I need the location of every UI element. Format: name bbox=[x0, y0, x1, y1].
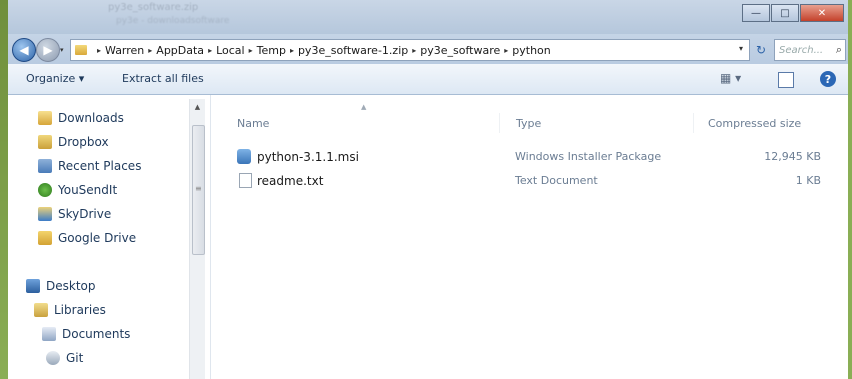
folder-downloads-icon bbox=[38, 111, 52, 125]
breadcrumb-local[interactable]: Local bbox=[216, 44, 245, 57]
extract-all-files-button[interactable]: Extract all files bbox=[122, 72, 204, 85]
sidebar-item-yousendit[interactable]: YouSendIt bbox=[38, 183, 117, 197]
search-placeholder: Search... bbox=[779, 44, 824, 56]
address-bar[interactable]: ▸ Warren ▸ AppData ▸ Local ▸ Temp ▸ py3e… bbox=[70, 39, 750, 61]
breadcrumb-zip[interactable]: py3e_software-1.zip bbox=[298, 44, 408, 57]
breadcrumb-separator[interactable]: ▸ bbox=[148, 46, 152, 55]
change-view-icon[interactable]: ▦ ▾ bbox=[720, 71, 741, 85]
sidebar-item-recent-places[interactable]: Recent Places bbox=[38, 159, 141, 173]
file-type: Windows Installer Package bbox=[515, 150, 662, 163]
file-name: readme.txt bbox=[257, 174, 324, 188]
file-type: Text Document bbox=[515, 174, 598, 187]
column-header-type[interactable]: Type bbox=[516, 117, 541, 130]
dropbox-icon bbox=[38, 135, 52, 149]
file-size: 1 KB bbox=[795, 174, 821, 187]
sidebar-item-label: Dropbox bbox=[58, 135, 109, 149]
sidebar-item-label: Documents bbox=[62, 327, 131, 341]
breadcrumb-separator[interactable]: ▸ bbox=[97, 46, 101, 55]
sidebar-item-label: SkyDrive bbox=[58, 207, 112, 221]
maximize-button[interactable]: □ bbox=[771, 4, 799, 22]
breadcrumb-separator[interactable]: ▸ bbox=[504, 46, 508, 55]
blurred-subtitle-text: py3e - downloadsoftware bbox=[116, 16, 230, 26]
breadcrumb-appdata[interactable]: AppData bbox=[156, 44, 204, 57]
breadcrumb-separator[interactable]: ▸ bbox=[290, 46, 294, 55]
help-icon[interactable]: ? bbox=[820, 71, 836, 87]
yousendit-icon bbox=[38, 183, 52, 197]
blurred-title-text: py3e_software.zip bbox=[108, 2, 199, 13]
column-header-compressed-size[interactable]: Compressed size bbox=[708, 117, 801, 130]
recent-places-icon bbox=[38, 159, 52, 173]
sidebar-item-label: Downloads bbox=[58, 111, 124, 125]
sidebar-item-libraries[interactable]: Libraries bbox=[34, 303, 106, 317]
sidebar-item-label: Google Drive bbox=[58, 231, 137, 245]
navigation-pane: Downloads Dropbox Recent Places YouSendI… bbox=[8, 95, 211, 379]
breadcrumb-separator[interactable]: ▸ bbox=[412, 46, 416, 55]
recent-pages-dropdown[interactable]: ▾ bbox=[60, 46, 64, 54]
file-list-pane: ▲ Name Type Compressed size python-3.1.1… bbox=[211, 95, 848, 379]
libraries-icon bbox=[34, 303, 48, 317]
navigation-pane-scrollbar[interactable]: ▲ ≡ bbox=[189, 99, 205, 379]
file-size: 12,945 KB bbox=[764, 150, 821, 163]
sidebar-item-label: Desktop bbox=[46, 279, 96, 293]
title-bar: py3e_software.zip py3e - downloadsoftwar… bbox=[8, 0, 848, 34]
explorer-window: py3e_software.zip py3e - downloadsoftwar… bbox=[8, 0, 848, 379]
organize-button[interactable]: Organize ▾ bbox=[26, 72, 84, 85]
search-input[interactable]: Search... ⌕ bbox=[774, 39, 846, 61]
close-button[interactable]: ✕ bbox=[800, 4, 844, 22]
scrollbar-thumb[interactable]: ≡ bbox=[192, 125, 205, 255]
git-icon bbox=[46, 351, 60, 365]
scroll-grip-icon: ≡ bbox=[195, 184, 202, 193]
refresh-button[interactable]: ↻ bbox=[752, 42, 770, 58]
sidebar-item-label: Git bbox=[66, 351, 84, 365]
breadcrumb-separator[interactable]: ▸ bbox=[208, 46, 212, 55]
address-dropdown-icon[interactable]: ▾ bbox=[739, 44, 743, 53]
sidebar-item-skydrive[interactable]: SkyDrive bbox=[38, 207, 111, 221]
breadcrumb-temp[interactable]: Temp bbox=[257, 44, 286, 57]
sidebar-item-google-drive[interactable]: Google Drive bbox=[38, 231, 136, 245]
sidebar-item-desktop[interactable]: Desktop bbox=[26, 279, 96, 293]
sidebar-item-git[interactable]: Git bbox=[46, 351, 83, 365]
minimize-button[interactable]: — bbox=[742, 4, 770, 22]
search-icon[interactable]: ⌕ bbox=[836, 43, 842, 57]
breadcrumb-separator[interactable]: ▸ bbox=[249, 46, 253, 55]
text-file-icon bbox=[239, 173, 252, 188]
window-controls: — □ ✕ bbox=[741, 4, 844, 22]
sidebar-item-documents[interactable]: Documents bbox=[42, 327, 130, 341]
skydrive-icon bbox=[38, 207, 52, 221]
breadcrumb-py3e-software[interactable]: py3e_software bbox=[420, 44, 500, 57]
file-name: python-3.1.1.msi bbox=[257, 150, 359, 164]
file-row-python-msi[interactable]: python-3.1.1.msi Windows Installer Packa… bbox=[233, 147, 833, 167]
preview-pane-icon[interactable] bbox=[778, 72, 794, 88]
sidebar-item-downloads[interactable]: Downloads bbox=[38, 111, 124, 125]
sidebar-item-dropbox[interactable]: Dropbox bbox=[38, 135, 109, 149]
forward-button[interactable]: ▶ bbox=[36, 38, 60, 62]
column-divider[interactable] bbox=[499, 113, 500, 133]
sidebar-item-label: YouSendIt bbox=[58, 183, 118, 197]
breadcrumb-warren[interactable]: Warren bbox=[105, 44, 144, 57]
folder-icon bbox=[75, 45, 87, 55]
column-divider[interactable] bbox=[693, 113, 694, 133]
google-drive-icon bbox=[38, 231, 52, 245]
scroll-up-icon[interactable]: ▲ bbox=[190, 99, 205, 114]
file-row-readme-txt[interactable]: readme.txt Text Document 1 KB bbox=[233, 171, 833, 191]
msi-file-icon bbox=[237, 149, 251, 164]
sidebar-item-label: Libraries bbox=[54, 303, 106, 317]
command-bar: Organize ▾ Extract all files ▦ ▾ ? bbox=[8, 64, 848, 95]
desktop-icon bbox=[26, 279, 40, 293]
documents-icon bbox=[42, 327, 56, 341]
sidebar-item-label: Recent Places bbox=[58, 159, 142, 173]
column-header-name[interactable]: Name bbox=[237, 117, 269, 130]
sort-ascending-icon: ▲ bbox=[361, 103, 367, 111]
address-row: ◀ ▶ ▾ ▸ Warren ▸ AppData ▸ Local ▸ Temp … bbox=[8, 34, 848, 64]
back-button[interactable]: ◀ bbox=[12, 38, 36, 62]
breadcrumb-python[interactable]: python bbox=[512, 44, 550, 57]
